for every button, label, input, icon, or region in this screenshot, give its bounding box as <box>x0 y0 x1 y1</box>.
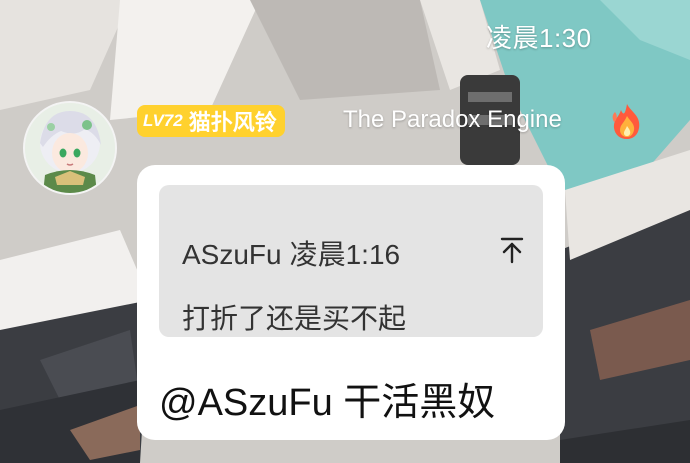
quoted-message[interactable]: ASzuFu 凌晨1:16 打折了还是买不起 <box>159 185 543 337</box>
message-timestamp: 凌晨1:30 <box>486 23 592 53</box>
jump-to-top-icon[interactable] <box>497 235 527 265</box>
sender-nickname[interactable]: 猫扑风铃 <box>189 105 277 137</box>
sender-avatar[interactable] <box>23 101 117 195</box>
message-bubble[interactable]: ASzuFu 凌晨1:16 打折了还是买不起 @ASzuFu 干活黑奴 <box>137 165 565 440</box>
message-text: @ASzuFu 干活黑奴 <box>159 382 496 424</box>
anime-girl-avatar-icon <box>25 103 115 193</box>
quoted-time: 凌晨1:16 <box>289 239 401 270</box>
level-badge: LV72 猫扑风铃 <box>137 105 285 137</box>
quoted-message-meta: ASzuFu 凌晨1:16 <box>182 233 400 273</box>
quoted-author: ASzuFu <box>182 239 282 270</box>
flame-icon <box>612 104 640 139</box>
sender-title: The Paradox Engine <box>343 106 562 133</box>
quoted-text: 打折了还是买不起 <box>182 303 407 334</box>
level-label: LV72 <box>143 111 183 130</box>
